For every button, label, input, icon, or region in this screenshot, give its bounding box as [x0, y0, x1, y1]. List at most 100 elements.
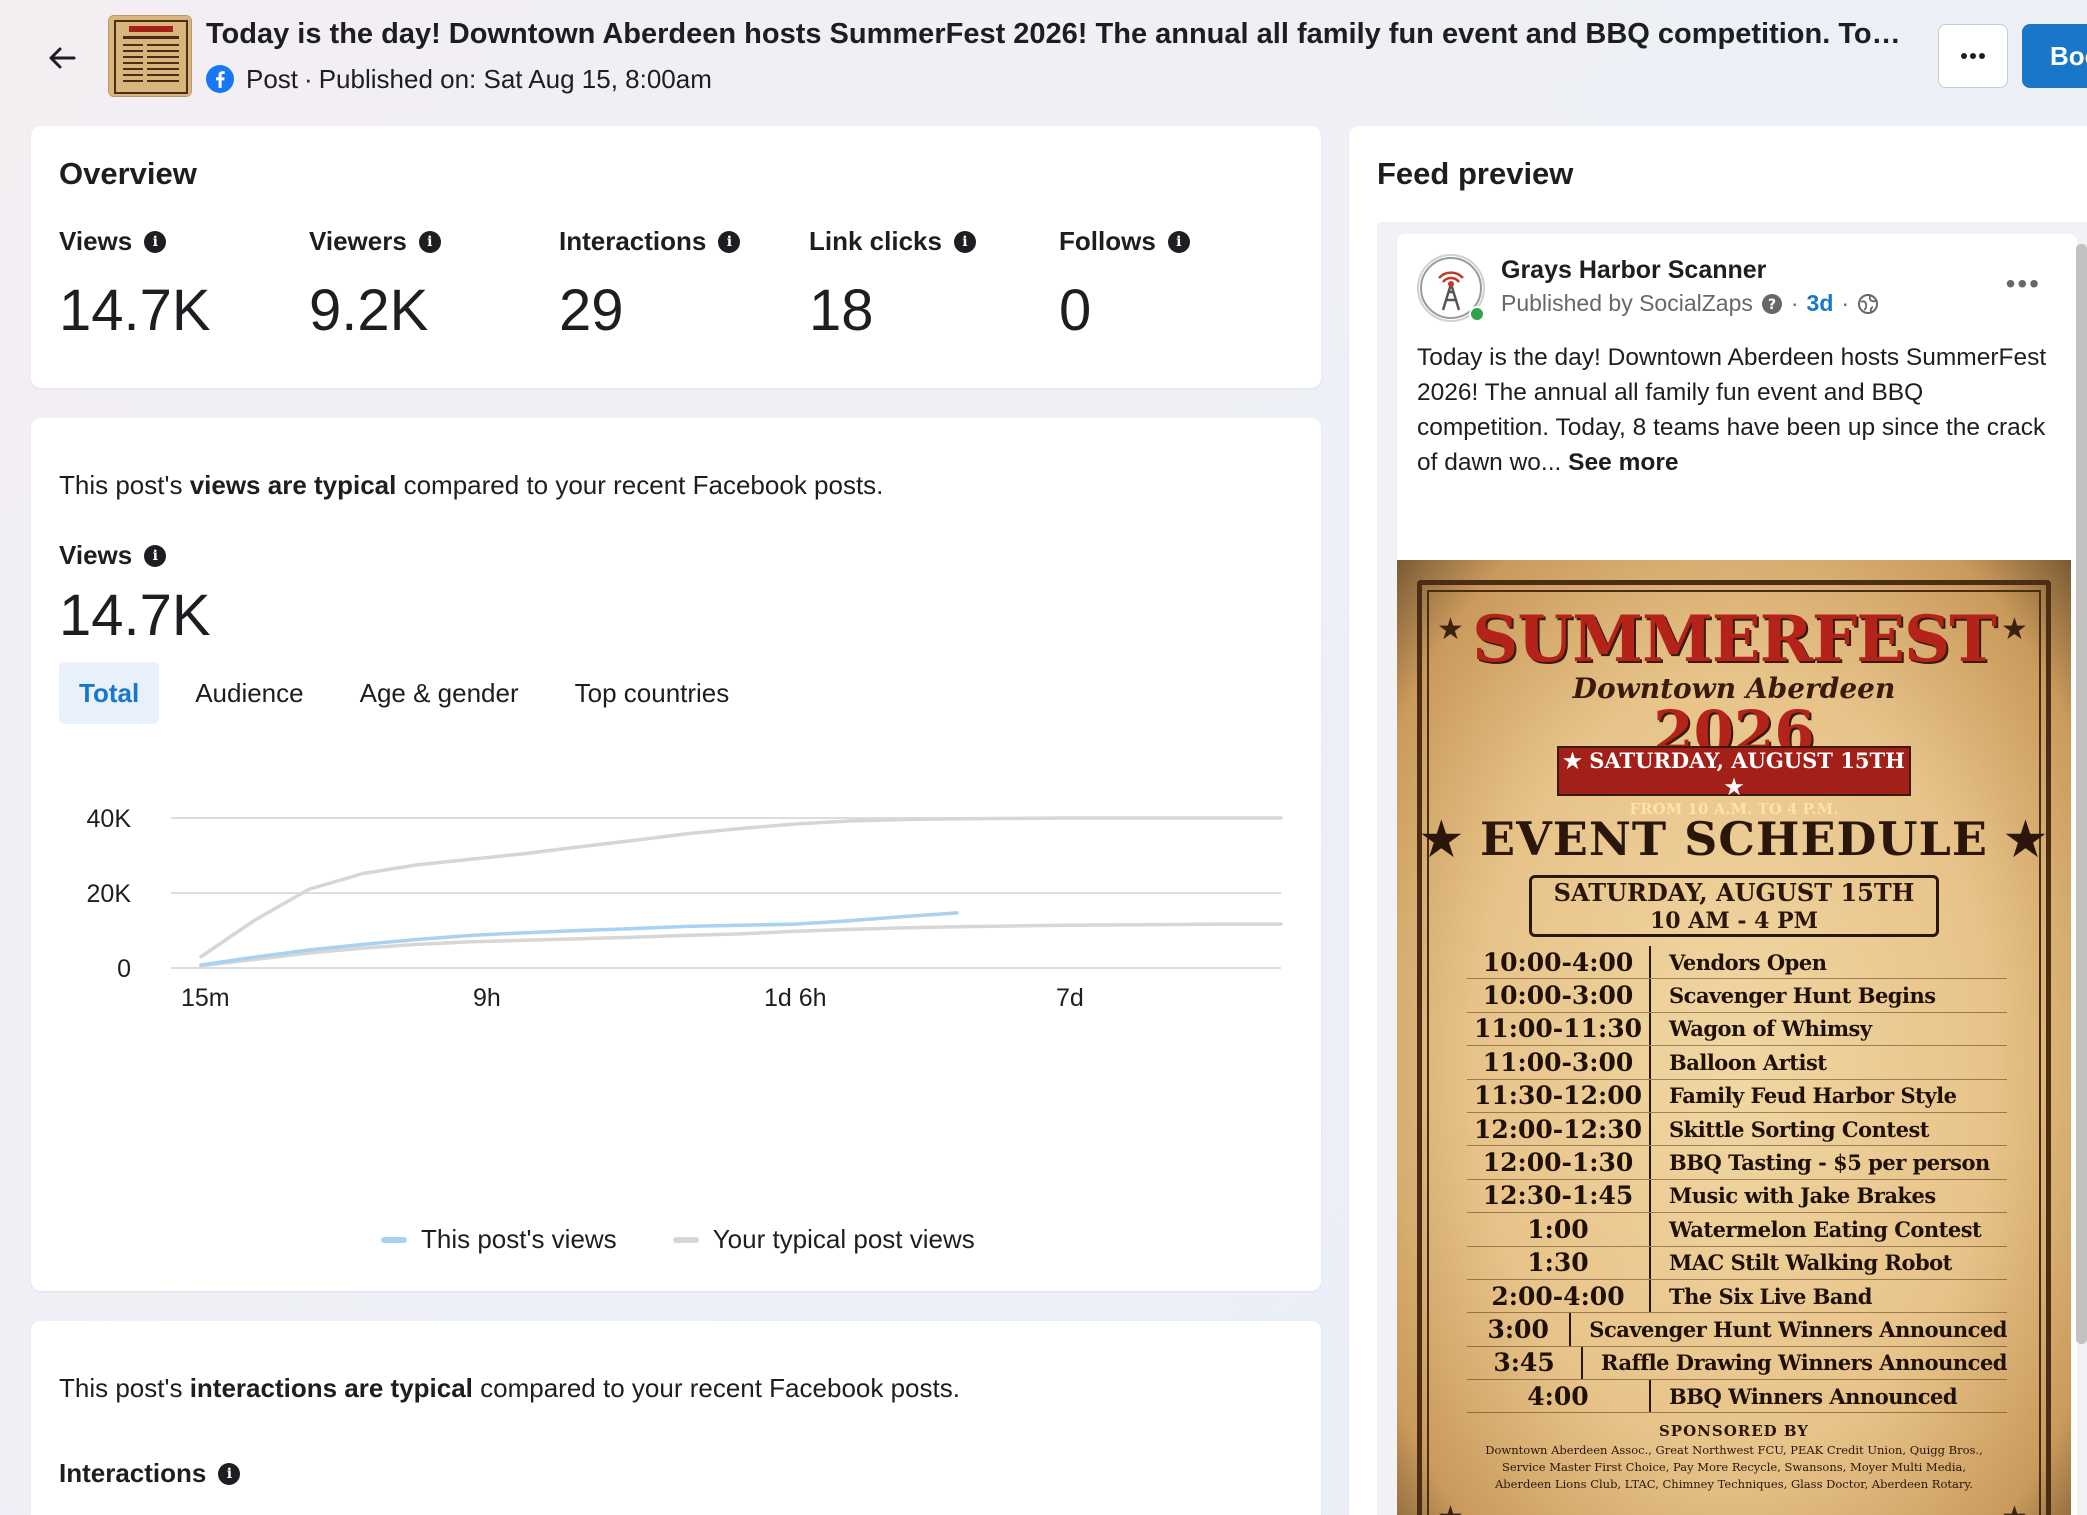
arrow-left-icon	[49, 47, 76, 69]
published-by: Published by SocialZaps	[1501, 290, 1753, 316]
schedule-row: 11:00-11:30 Wagon of Whimsy	[1467, 1012, 2007, 1047]
interactions-value: 29	[59, 1503, 124, 1515]
tab-total[interactable]: Total	[59, 662, 160, 724]
post-subtitle: Post · Published on: Sat Aug 15, 8:00am	[206, 62, 712, 96]
sponsored-by-heading: SPONSORED BY	[1658, 1422, 1810, 1440]
metric-interactions: Interactions i 29	[559, 226, 799, 344]
views-line-chart: 0 20K 40K 15m 9h 1d 6h 7d	[87, 805, 1283, 1012]
schedule-event: BBQ Tasting - $5 per person	[1669, 1150, 1990, 1176]
post-time[interactable]: 3d	[1807, 290, 1834, 317]
schedule-time: 4:00	[1467, 1380, 1651, 1413]
star-icon: ★	[2001, 1500, 2028, 1515]
schedule-row: 11:00-3:00 Balloon Artist	[1467, 1046, 2007, 1080]
post-header: Today is the day! Downtown Aberdeen host…	[0, 0, 2087, 110]
banner-date: ★ SATURDAY, AUGUST 15TH ★	[1563, 748, 1905, 799]
post-more-button[interactable]: •••	[2006, 268, 2041, 300]
sentence-bold: views are typical	[189, 470, 397, 500]
metric-label: Views	[59, 226, 133, 256]
schedule-row: 10:00-3:00 Scavenger Hunt Begins	[1467, 979, 2007, 1013]
see-more-link[interactable]: See more	[1568, 449, 1678, 476]
published-date: Published on: Sat Aug 15, 8:00am	[318, 63, 712, 94]
more-options-button[interactable]	[1938, 24, 2008, 88]
svg-text:?: ?	[1768, 297, 1776, 313]
schedule-row: 12:00-1:30 BBQ Tasting - $5 per person	[1467, 1146, 2007, 1180]
metric-label: Follows	[1059, 226, 1156, 256]
schedule-time: 11:30-12:00	[1467, 1079, 1651, 1112]
schedule-row: 1:00 Watermelon Eating Contest	[1467, 1213, 2007, 1247]
schedule-row: 2:00-4:00 The Six Live Band	[1467, 1279, 2007, 1314]
legend-label: Your typical post views	[712, 1224, 975, 1254]
metric-follows: Follows i 0	[1059, 226, 1299, 344]
metric-link-clicks: Link clicks i 18	[809, 226, 1049, 344]
page-avatar[interactable]	[1417, 254, 1485, 322]
schedule-event: Music with Jake Brakes	[1669, 1183, 1936, 1209]
page-name[interactable]: Grays Harbor Scanner	[1501, 256, 1766, 285]
overview-title: Overview	[59, 156, 197, 191]
metric-value: 18	[809, 278, 874, 343]
tab-audience[interactable]: Audience	[167, 662, 331, 724]
metric-value: 0	[1059, 278, 1092, 343]
schedule-event: Raffle Drawing Winners Announced	[1601, 1350, 2007, 1376]
x-tick-label: 1d 6h	[764, 984, 827, 1012]
tab-age-gender[interactable]: Age & gender	[332, 662, 547, 724]
y-tick-label: 0	[117, 955, 131, 983]
metric-viewers: Viewers i 9.2K	[309, 226, 549, 344]
interactions-label: Interactions	[59, 1458, 207, 1488]
dot-separator: ·	[1841, 290, 1850, 316]
schedule-table: 10:00-4:00 Vendors Open 10:00-3:00 Scavenge…	[1467, 946, 2007, 1414]
feed-preview-frame: Grays Harbor Scanner Published by Social…	[1377, 222, 2087, 1515]
info-icon[interactable]: i	[144, 544, 167, 567]
question-icon[interactable]: ?	[1761, 293, 1783, 315]
views-card: This post's views are typical compared t…	[31, 418, 1321, 1291]
box-date: SATURDAY, AUGUST 15TH	[1553, 878, 1915, 907]
post-type: Post	[246, 63, 299, 94]
facebook-icon	[206, 65, 234, 93]
schedule-event: Scavenger Hunt Begins	[1669, 983, 1936, 1009]
info-icon[interactable]: i	[418, 230, 441, 253]
schedule-row: 4:00 BBQ Winners Announced	[1467, 1380, 2007, 1414]
schedule-time: 10:00-4:00	[1467, 946, 1651, 979]
feed-scrollbar[interactable]	[2076, 244, 2087, 1344]
info-icon[interactable]: i	[144, 230, 167, 253]
y-tick-label: 20K	[87, 880, 132, 908]
post-meta: Published by SocialZaps ? · 3d ·	[1501, 290, 1879, 317]
legend-item-typical: Your typical post views	[672, 1224, 975, 1255]
schedule-time: 2:00-4:00	[1467, 1279, 1651, 1313]
overview-card: Overview Views i 14.7K Viewers i 9.2K Inte…	[31, 126, 1321, 388]
separator: ·	[304, 63, 313, 94]
legend-swatch	[381, 1236, 407, 1243]
online-status-dot	[1469, 306, 1485, 322]
schedule-event: Vendors Open	[1669, 949, 1827, 975]
facebook-post: Grays Harbor Scanner Published by Social…	[1397, 234, 2077, 1515]
info-icon[interactable]: i	[1167, 230, 1190, 253]
tab-top-countries[interactable]: Top countries	[547, 662, 758, 724]
views-label-row: Views i	[59, 540, 167, 571]
dot-separator: ·	[1790, 290, 1799, 316]
x-tick-label: 15m	[181, 984, 230, 1012]
metric-value: 29	[559, 278, 624, 343]
metric-value: 9.2K	[309, 278, 429, 343]
info-icon[interactable]: i	[718, 230, 741, 253]
info-icon[interactable]: i	[953, 230, 976, 253]
y-tick-label: 40K	[87, 805, 132, 833]
metric-value: 14.7K	[59, 278, 211, 343]
post-thumbnail	[108, 15, 192, 97]
info-icon[interactable]: i	[218, 1462, 241, 1485]
schedule-date-box: SATURDAY, AUGUST 15TH 10 AM - 4 PM	[1529, 875, 1939, 937]
schedule-time: 1:30	[1467, 1246, 1651, 1279]
boost-button[interactable]: Boost	[2022, 24, 2087, 88]
schedule-time: 3:00	[1467, 1313, 1572, 1346]
series-line[interactable]	[199, 816, 1283, 959]
post-title: Today is the day! Downtown Aberdeen host…	[206, 18, 1916, 50]
schedule-event: Skittle Sorting Contest	[1669, 1116, 1930, 1142]
more-dots-icon	[1961, 53, 1985, 59]
interactions-typical-sentence: This post's interactions are typical com…	[59, 1373, 960, 1404]
interactions-card: This post's interactions are typical com…	[31, 1321, 1321, 1515]
star-icon: ★	[1437, 1500, 1464, 1515]
poster-date-banner: ★ SATURDAY, AUGUST 15TH ★ FROM 10 A.M. T…	[1557, 746, 1911, 818]
schedule-row: 1:30 MAC Stilt Walking Robot	[1467, 1246, 2007, 1280]
globe-icon	[1858, 293, 1879, 314]
box-hours: 10 AM - 4 PM	[1649, 908, 1818, 934]
back-button[interactable]	[40, 36, 84, 80]
post-image-poster[interactable]: ★ ★ ★ ★ SUMMERFEST Downtown Aberdeen 202…	[1397, 560, 2071, 1515]
